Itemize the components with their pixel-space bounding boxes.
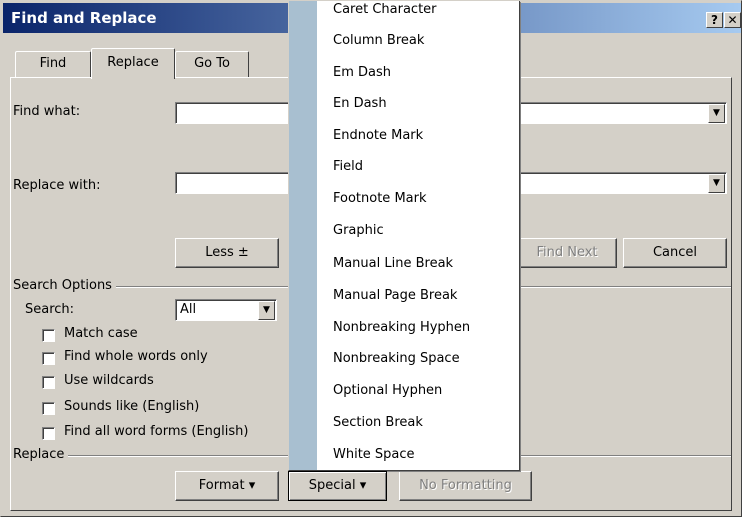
menu-item-nonbreaking-hyphen[interactable]: Nonbreaking Hyphen [333,313,470,343]
help-button[interactable]: ? [706,12,723,28]
chevron-down-icon: ▼ [713,178,720,188]
tab-replace[interactable]: Replace [91,48,175,79]
format-button[interactable]: Format ▾ [175,471,279,501]
no-formatting-button[interactable]: No Formatting [399,471,532,501]
menu-item-em-dash[interactable]: Em Dash [333,58,391,88]
dialog-title: Find and Replace [11,9,157,27]
find-what-dropdown-button[interactable]: ▼ [708,104,725,123]
menu-item-column-break[interactable]: Column Break [333,26,424,56]
menu-item-optional-hyphen[interactable]: Optional Hyphen [333,376,442,406]
menu-item-manual-page-break[interactable]: Manual Page Break [333,281,457,311]
cancel-button[interactable]: Cancel [623,238,727,268]
word-forms-label: Find all word forms (English) [64,424,249,439]
menu-item-endnote-mark[interactable]: Endnote Mark [333,121,423,151]
menu-item-manual-line-break[interactable]: Manual Line Break [333,249,453,279]
menu-item-section-break[interactable]: Section Break [333,408,423,438]
replace-group-label: Replace [13,447,69,462]
tab-find[interactable]: Find [15,51,91,77]
wildcards-checkbox[interactable] [42,376,55,389]
chevron-down-icon: ▼ [263,305,270,315]
find-what-label: Find what: [13,104,81,119]
find-replace-dialog: Find and Replace ? ✕ Find Replace Go To … [0,0,742,517]
search-direction-dropdown-button[interactable]: ▼ [258,301,275,320]
search-options-label: Search Options [13,278,116,293]
less-button[interactable]: Less ± [175,238,279,268]
menu-item-field[interactable]: Field [333,152,363,182]
search-direction-label: Search: [25,302,75,317]
word-forms-checkbox[interactable] [42,427,55,440]
menu-item-en-dash[interactable]: En Dash [333,89,387,119]
replace-with-dropdown-button[interactable]: ▼ [708,174,725,193]
close-button[interactable]: ✕ [724,12,741,28]
menu-item-white-space[interactable]: White Space [333,440,415,470]
sounds-like-label: Sounds like (English) [64,399,200,414]
replace-with-label: Replace with: [13,178,101,193]
menu-item-nonbreaking-space[interactable]: Nonbreaking Space [333,344,460,374]
match-case-checkbox[interactable] [42,329,55,342]
chevron-down-icon: ▼ [713,108,720,118]
match-case-label: Match case [64,326,138,341]
menu-item-graphic[interactable]: Graphic [333,216,384,246]
menu-item-caret-character[interactable]: Caret Character [333,1,437,25]
special-button[interactable]: Special ▾ [288,471,387,501]
menu-gutter [289,1,317,470]
tab-go-to[interactable]: Go To [175,51,249,77]
special-menu: Caret Character Column Break Em Dash En … [288,1,520,471]
menu-item-footnote-mark[interactable]: Footnote Mark [333,184,427,214]
whole-words-checkbox[interactable] [42,352,55,365]
sounds-like-checkbox[interactable] [42,402,55,415]
whole-words-label: Find whole words only [64,349,208,364]
wildcards-label: Use wildcards [64,373,154,388]
find-next-button[interactable]: Find Next [517,238,617,268]
